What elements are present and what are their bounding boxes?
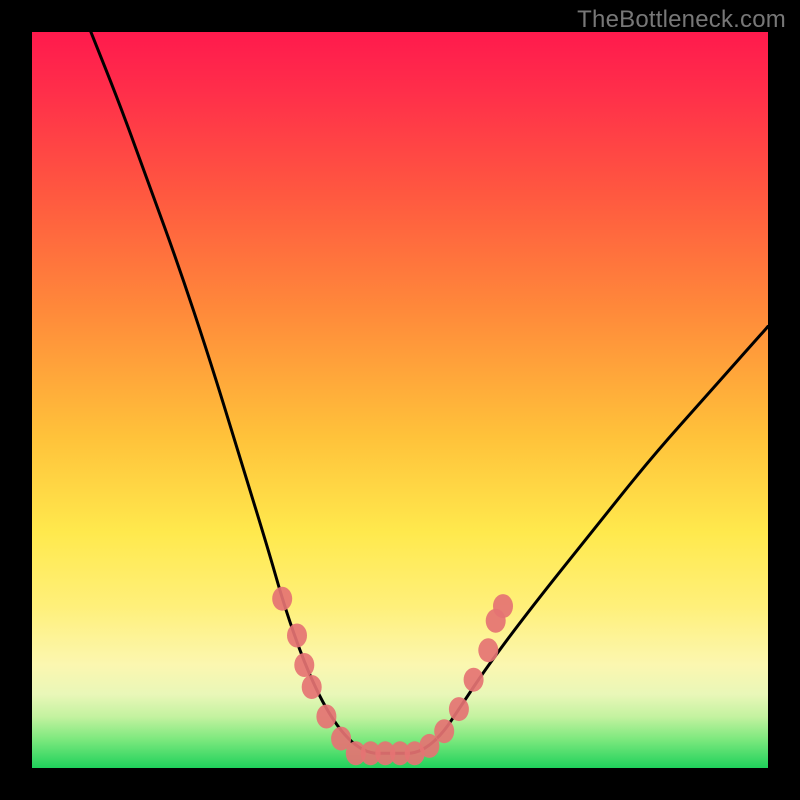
plot-area [32, 32, 768, 768]
marker-point [287, 624, 307, 648]
marker-point [464, 668, 484, 692]
marker-point [493, 594, 513, 618]
marker-point [302, 675, 322, 699]
bottleneck-curve [91, 32, 768, 753]
marker-group [272, 587, 513, 766]
attribution-label: TheBottleneck.com [577, 6, 786, 34]
marker-point [316, 705, 336, 729]
marker-point [449, 697, 469, 721]
marker-point [434, 719, 454, 743]
marker-point [272, 587, 292, 611]
marker-point [478, 638, 498, 662]
chart-frame: TheBottleneck.com [0, 0, 800, 800]
chart-svg [32, 32, 768, 768]
marker-point [294, 653, 314, 677]
